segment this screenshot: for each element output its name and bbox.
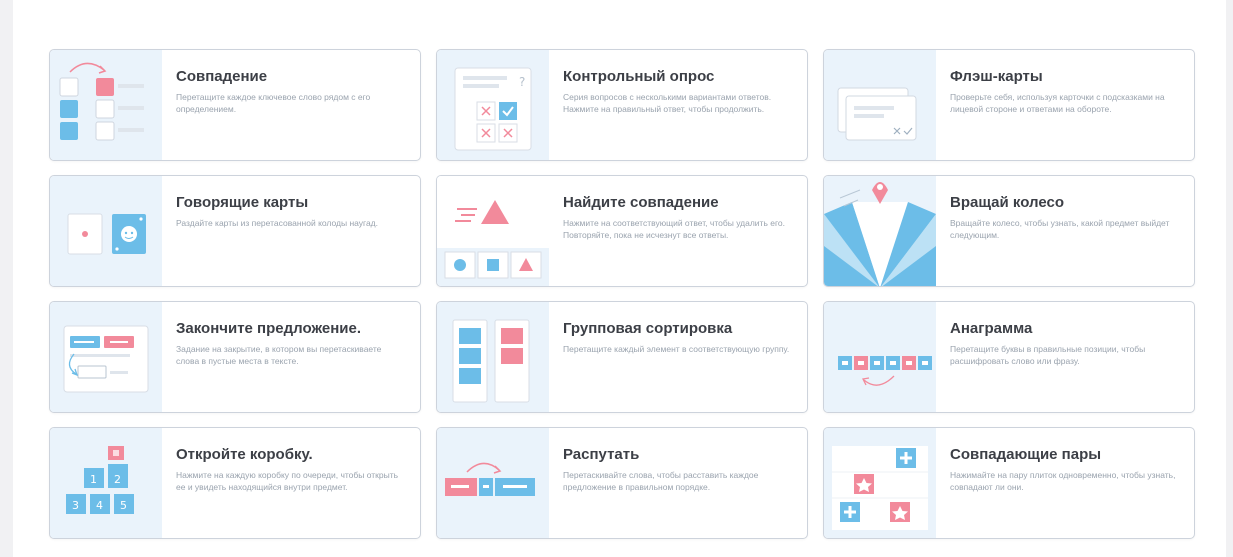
- template-title: Анаграмма: [950, 320, 1033, 337]
- template-title: Вращай колесо: [950, 194, 1064, 211]
- match-up-icon: [50, 50, 162, 160]
- template-description: Раздайте карты из перетасованной колоды …: [176, 218, 378, 228]
- template-title: Групповая сортировка: [563, 320, 733, 337]
- template-description: Серия вопросов с несколькими вариантами …: [563, 92, 772, 114]
- flash-cards-icon: [824, 50, 936, 160]
- template-title: Найдите совпадение: [563, 194, 719, 211]
- template-description: Перетащите каждый элемент в соответствую…: [563, 344, 790, 354]
- template-description: Нажмите на каждую коробку по очереди, чт…: [176, 470, 399, 492]
- unjumble-icon: [437, 428, 549, 538]
- template-description: Нажимайте на пару плиток одновременно, ч…: [950, 470, 1176, 492]
- group-sort-icon: [437, 302, 549, 412]
- template-title: Откройте коробку.: [176, 446, 313, 463]
- template-title: Совпадающие пары: [950, 446, 1102, 463]
- template-description: Перетащите буквы в правильные позиции, ч…: [950, 344, 1146, 366]
- speaking-cards-icon: [50, 176, 162, 286]
- template-card-complete-sentence[interactable]: Закончите предложение. Задание на закрыт…: [49, 301, 421, 413]
- template-title: Закончите предложение.: [176, 320, 362, 337]
- template-title: Совпадение: [176, 68, 268, 85]
- svg-text:3: 3: [72, 499, 79, 512]
- template-card-unjumble[interactable]: Распутать Перетаскивайте слова, чтобы ра…: [436, 427, 808, 539]
- template-description: Проверьте себя, используя карточки с под…: [950, 92, 1165, 114]
- template-grid: Совпадение Перетащите каждое ключевое сл…: [49, 49, 1196, 539]
- template-title: Флэш-карты: [950, 68, 1043, 85]
- template-card-quiz[interactable]: ? Контрольный опрос Серия вопросов с нес…: [436, 49, 808, 161]
- template-title: Говорящие карты: [176, 194, 309, 211]
- template-card-open-the-box[interactable]: 1 2 3 4 5 Откройте коробку. Нажмите на к…: [49, 427, 421, 539]
- template-card-speaking-cards[interactable]: Говорящие карты Раздайте карты из перета…: [49, 175, 421, 287]
- template-description: Нажмите на соответствующий ответ, чтобы …: [563, 218, 785, 240]
- svg-text:?: ?: [519, 75, 525, 89]
- template-description: Вращайте колесо, чтобы узнать, какой пре…: [950, 218, 1170, 240]
- svg-text:1: 1: [90, 473, 97, 486]
- quiz-icon: ?: [437, 50, 549, 160]
- template-card-matching-pairs[interactable]: Совпадающие пары Нажимайте на пару плито…: [823, 427, 1195, 539]
- matching-pairs-icon: [824, 428, 936, 538]
- template-card-find-the-match[interactable]: Найдите совпадение Нажмите на соответств…: [436, 175, 808, 287]
- complete-sentence-icon: [50, 302, 162, 412]
- find-the-match-icon: [437, 176, 549, 286]
- svg-text:2: 2: [114, 473, 121, 486]
- template-card-anagram[interactable]: Анаграмма Перетащите буквы в правильные …: [823, 301, 1195, 413]
- template-title: Контрольный опрос: [563, 68, 715, 85]
- template-card-group-sort[interactable]: Групповая сортировка Перетащите каждый э…: [436, 301, 808, 413]
- template-card-spin-the-wheel[interactable]: Вращай колесо Вращайте колесо, чтобы узн…: [823, 175, 1195, 287]
- template-card-match-up[interactable]: Совпадение Перетащите каждое ключевое сл…: [49, 49, 421, 161]
- svg-text:5: 5: [120, 499, 127, 512]
- template-description: Перетаскивайте слова, чтобы расставить к…: [563, 470, 759, 492]
- template-description: Задание на закрытие, в котором вы перета…: [176, 344, 382, 366]
- spin-wheel-icon: [824, 176, 936, 286]
- open-the-box-icon: 1 2 3 4 5: [50, 428, 162, 538]
- left-page-rail: [0, 0, 13, 557]
- svg-text:4: 4: [96, 499, 103, 512]
- template-description: Перетащите каждое ключевое слово рядом с…: [176, 92, 371, 114]
- right-scrollbar[interactable]: [1226, 0, 1233, 557]
- template-card-flash-cards[interactable]: Флэш-карты Проверьте себя, используя кар…: [823, 49, 1195, 161]
- template-title: Распутать: [563, 446, 640, 463]
- anagram-icon: [824, 302, 936, 412]
